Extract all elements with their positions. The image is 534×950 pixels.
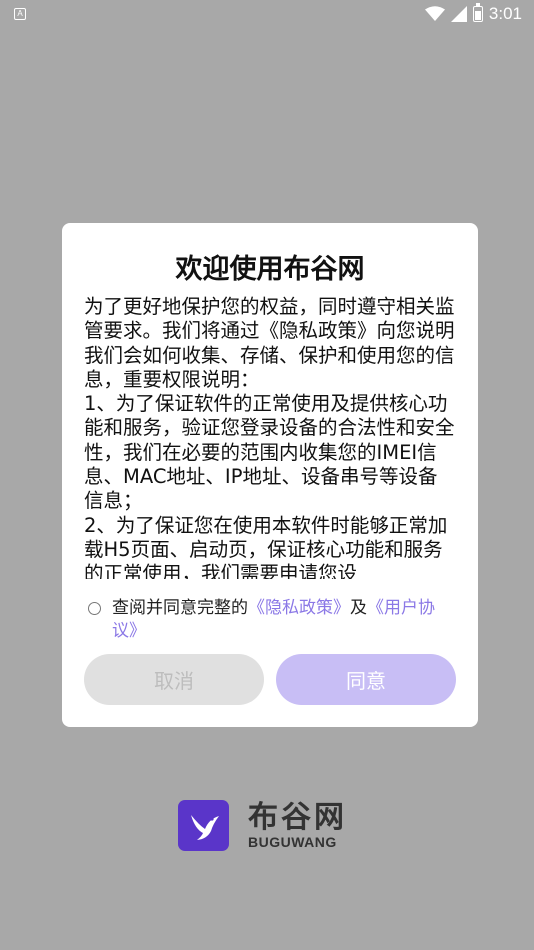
brand-text: 布谷网 BUGUWANG (248, 799, 347, 850)
wifi-icon (424, 6, 445, 21)
battery-icon (472, 3, 483, 22)
agree-conjunction: 及 (350, 598, 367, 618)
privacy-paragraph: 为了更好地保护您的权益，同时遵守相关监管要求。我们将通过《隐私政策》向您说明我们… (84, 295, 455, 391)
dialog-title: 欢迎使用布谷网 (175, 254, 365, 285)
brand-name: 布谷网 (248, 799, 347, 835)
privacy-policy-link[interactable]: 《隐私政策》 (248, 598, 350, 618)
status-left: A (14, 8, 26, 20)
privacy-text-scroll[interactable]: 为了更好地保护您的权益，同时遵守相关监管要求。我们将通过《隐私政策》向您说明我们… (84, 295, 456, 579)
brand-subtitle: BUGUWANG (248, 833, 337, 850)
agree-button[interactable]: 同意 (276, 654, 456, 705)
agree-prefix: 查阅并同意完整的 (112, 598, 248, 618)
status-bar: A 3:01 (0, 0, 534, 28)
bird-logo-icon (178, 800, 229, 851)
cancel-button[interactable]: 取消 (84, 654, 264, 705)
privacy-dialog: 欢迎使用布谷网 为了更好地保护您的权益，同时遵守相关监管要求。我们将通过《隐私政… (62, 223, 478, 727)
status-time: 3:01 (488, 4, 522, 23)
brand-block: 布谷网 BUGUWANG (178, 800, 347, 851)
privacy-paragraph: 2、为了保证您在使用本软件时能够正常加载H5页面、启动页，保证核心功能和服务的正… (84, 513, 448, 579)
agreement-text: 查阅并同意完整的《隐私政策》及《用户协议》 (112, 597, 458, 643)
notification-icon: A (14, 8, 26, 20)
agree-radio[interactable] (88, 602, 101, 615)
signal-icon (450, 6, 467, 22)
privacy-paragraph: 1、为了保证软件的正常使用及提供核心功能和服务，验证您登录设备的合法性和安全性，… (84, 392, 455, 513)
status-right: 3:01 (424, 3, 522, 24)
agreement-row: 查阅并同意完整的《隐私政策》及《用户协议》 (88, 597, 458, 643)
